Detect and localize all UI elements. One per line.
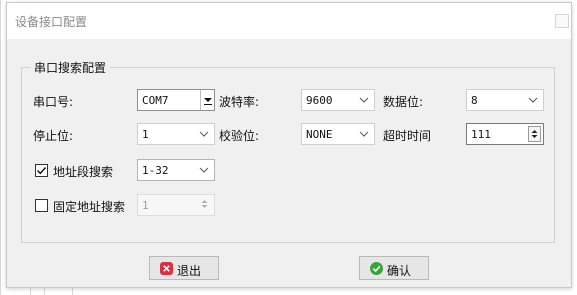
stopbits-value: 1 (142, 128, 149, 141)
fixed-addr-label[interactable]: 固定地址搜索 (53, 198, 125, 215)
chevron-down-icon[interactable] (200, 90, 214, 110)
addr-range-label[interactable]: 地址段搜索 (53, 163, 113, 180)
addr-range-checkbox[interactable] (35, 164, 48, 177)
timeout-value: 111 (471, 128, 491, 141)
exit-button[interactable]: 退出 (149, 256, 219, 280)
chevron-down-icon (528, 97, 538, 103)
stopbits-label: 停止位: (33, 129, 74, 143)
timeout-label: 超时时间 (383, 129, 432, 143)
group-title: 串口搜索配置 (30, 59, 111, 76)
databits-value: 8 (471, 94, 478, 107)
confirm-label: 确认 (387, 264, 412, 278)
checkmark-icon (37, 167, 47, 175)
exit-label: 退出 (177, 264, 202, 278)
addr-range-value: 1-32 (142, 164, 169, 177)
stopbits-select[interactable]: 1 (137, 123, 215, 145)
confirm-button[interactable]: 确认 (359, 256, 429, 280)
stepper-arrows-icon[interactable] (199, 197, 212, 213)
baud-value: 9600 (306, 94, 333, 107)
databits-select[interactable]: 8 (466, 89, 544, 111)
fixed-addr-checkbox[interactable] (35, 199, 48, 212)
background-edge (30, 288, 31, 295)
chevron-down-icon (199, 167, 209, 173)
addr-range-select[interactable]: 1-32 (137, 159, 215, 181)
fixed-addr-spinbox[interactable]: 1 (137, 194, 215, 216)
parity-label: 校验位: (219, 129, 260, 143)
close-button[interactable] (555, 14, 569, 28)
close-circle-icon (160, 262, 173, 275)
baud-select[interactable]: 9600 (301, 89, 375, 111)
port-value: COM7 (142, 94, 169, 107)
background-edge (44, 288, 45, 295)
title-bar[interactable]: 设备接口配置 (7, 3, 571, 39)
baud-label: 波特率: (219, 95, 260, 109)
device-interface-dialog: 设备接口配置 串口搜索配置 串口号: COM7 波特率: 9600 数据位: 8… (6, 2, 572, 288)
chevron-down-icon (359, 97, 369, 103)
port-select[interactable]: COM7 (137, 89, 215, 111)
check-circle-icon (370, 262, 383, 275)
chevron-down-icon (199, 131, 209, 137)
background-edge (0, 0, 1, 295)
fixed-addr-value: 1 (142, 199, 149, 212)
background-edge (72, 288, 73, 295)
databits-label: 数据位: (383, 95, 424, 109)
parity-select[interactable]: NONE (301, 123, 375, 145)
window-title: 设备接口配置 (15, 15, 88, 29)
chevron-down-icon (359, 131, 369, 137)
port-label: 串口号: (33, 95, 74, 109)
parity-value: NONE (306, 128, 333, 141)
stepper-arrows-icon[interactable] (528, 126, 541, 142)
timeout-spinbox[interactable]: 111 (466, 123, 544, 145)
